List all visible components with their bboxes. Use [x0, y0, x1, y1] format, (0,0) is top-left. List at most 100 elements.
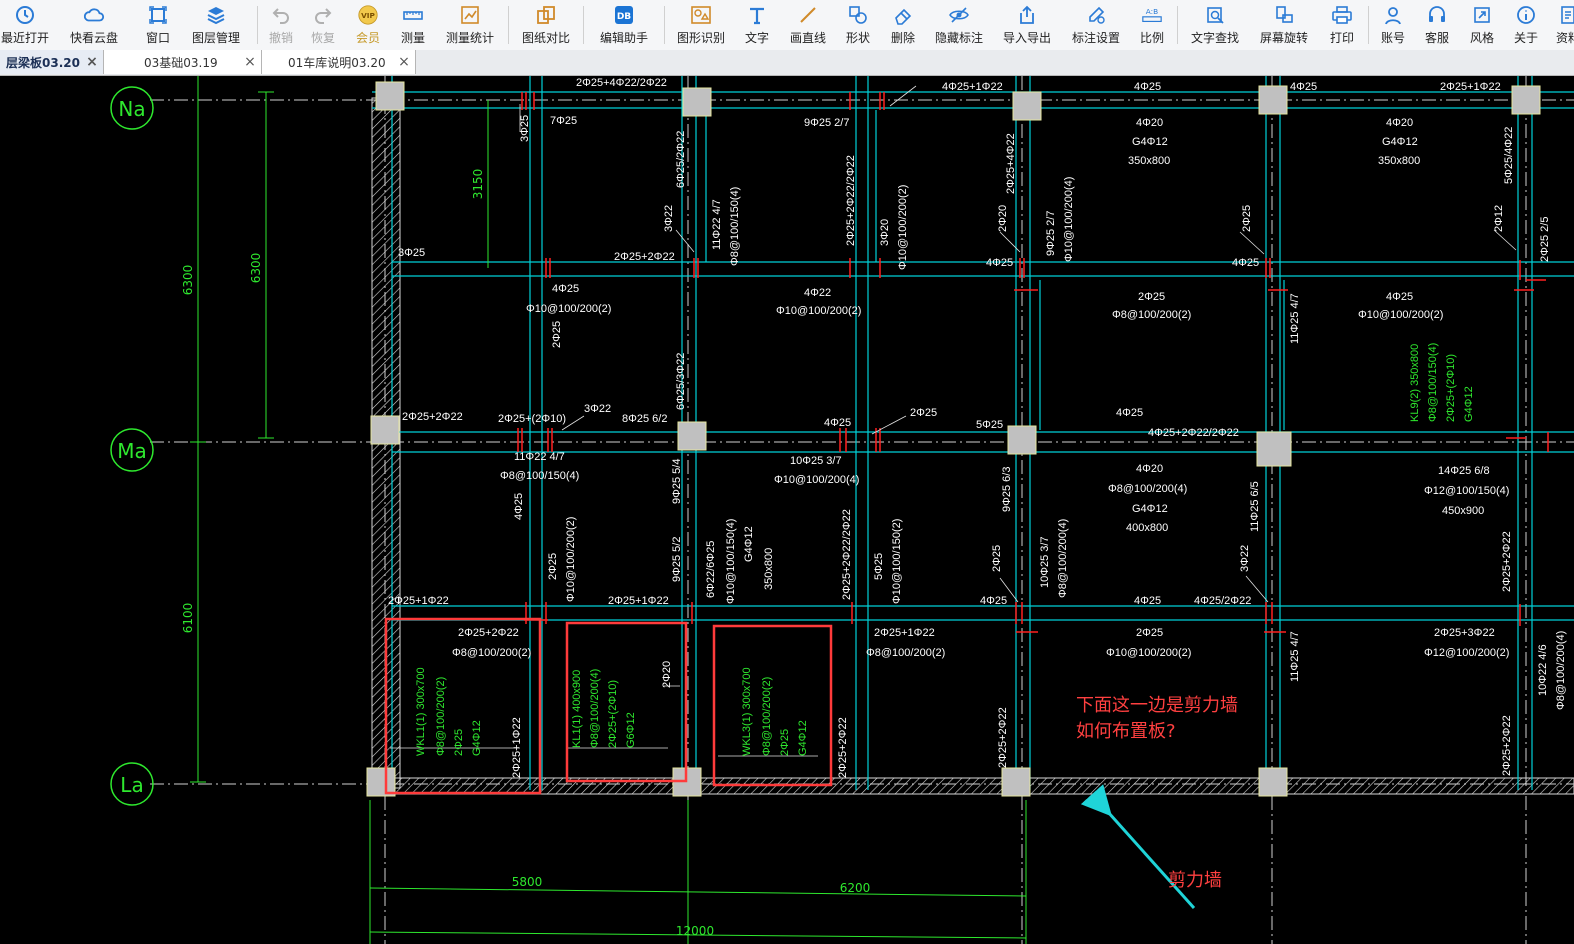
- question-note-line: 下面这一边是剪力墙: [1076, 695, 1238, 716]
- cloud-disk-button[interactable]: 快看云盘: [50, 0, 138, 50]
- annotation-settings-button[interactable]: 标注设置: [1062, 0, 1130, 50]
- beam-annotation: 4Φ25: [1134, 81, 1161, 93]
- document-tab-bar: 层梁板03.20 × 03基础03.19 × 01车库说明03.20 ×: [0, 50, 1574, 76]
- shape-recognize-label: 图形识别: [676, 31, 725, 45]
- beam-annotation: Φ10@100/200(2): [565, 517, 577, 602]
- drawing-canvas[interactable]: Na Ma La 6300 6100 6300 3150 5800 6200 1…: [0, 76, 1574, 944]
- beam-annotation: Φ8@100/200(4): [1057, 519, 1069, 598]
- tab-level-beam-slab[interactable]: 层梁板03.20 ×: [0, 50, 104, 74]
- beam-annotation: 2Φ12: [1493, 205, 1505, 232]
- customer-service-button[interactable]: 客服: [1414, 0, 1460, 50]
- column: [677, 421, 707, 451]
- redo-button[interactable]: 恢复: [301, 0, 345, 50]
- scale-label: 比例: [1139, 31, 1164, 45]
- style-label: 风格: [1469, 31, 1494, 45]
- beam-annotation: 2Φ25+1Φ22: [874, 627, 935, 639]
- beam-annotation: 5Φ25/4Φ22: [1503, 127, 1515, 184]
- dimension-text: 12000: [676, 924, 714, 938]
- shear-wall-arrow: [1080, 784, 1196, 910]
- column: [370, 415, 400, 445]
- delete-label: 删除: [890, 31, 915, 45]
- beam-annotation: 9Φ25 2/7: [804, 117, 849, 129]
- edit-assistant-button[interactable]: DB 编辑助手: [587, 0, 661, 50]
- beam-label: G4Φ12: [797, 720, 809, 756]
- recent-open-button[interactable]: 最近打开: [0, 0, 50, 50]
- hide-annotation-button[interactable]: 隐藏标注: [926, 0, 992, 50]
- beam-annotation: Φ10@100/200(4): [1063, 177, 1075, 262]
- tab-garage-notes[interactable]: 01车库说明03.20 ×: [262, 50, 416, 74]
- text-search-label: 文字查找: [1190, 31, 1239, 45]
- window-button[interactable]: 窗口: [138, 0, 178, 50]
- cad-viewer-app: 最近打开 快看云盘 窗口 图层管理 撤销 恢复 VIP 会员 测量 测量统计 图…: [0, 0, 1574, 944]
- undo-button[interactable]: 撤销: [261, 0, 301, 50]
- compare-drawings-button[interactable]: 图纸对比: [512, 0, 580, 50]
- toolbar-divider: [1368, 6, 1369, 44]
- layer-manager-button[interactable]: 图层管理: [178, 0, 254, 50]
- close-icon[interactable]: ×: [85, 54, 99, 70]
- toolbar-divider: [508, 6, 509, 44]
- columns: [366, 81, 1541, 797]
- text-tool-button[interactable]: 文字: [734, 0, 780, 50]
- beam-annotation: 5Φ25: [873, 553, 885, 580]
- beam-annotation: 400x800: [1126, 522, 1168, 534]
- beam-label: WKL3(1) 300x700: [741, 667, 753, 756]
- ruler-icon: [402, 4, 424, 26]
- docs-button[interactable]: 资料: [1548, 0, 1574, 50]
- tab-foundation[interactable]: 03基础03.19 ×: [104, 50, 262, 74]
- axis-gridlines: [150, 76, 1574, 944]
- beam-annotation: 14Φ25 6/8: [1438, 465, 1490, 477]
- beam-annotation: G4Φ12: [1132, 503, 1168, 515]
- beam-annotation: 11Φ25 6/5: [1249, 481, 1261, 532]
- measure-stats-label: 测量统计: [445, 31, 494, 45]
- delete-button[interactable]: 删除: [880, 0, 926, 50]
- beam-annotation: 10Φ25 3/7: [1039, 536, 1051, 588]
- cloud-icon: [83, 4, 105, 26]
- beam-annotation: Φ8@100/200(4): [1108, 483, 1187, 495]
- beam-annotation: Φ8@100/200(2): [1112, 309, 1191, 321]
- import-export-button[interactable]: 导入导出: [992, 0, 1062, 50]
- beam-annotation: 350x800: [1128, 155, 1170, 167]
- scale-button[interactable]: A:B 比例: [1130, 0, 1174, 50]
- beam-annotation: Φ10@100/200(4): [774, 474, 859, 486]
- measure-button[interactable]: 测量: [391, 0, 435, 50]
- undo-label: 撤销: [268, 31, 293, 45]
- beam-annotation: 3Φ20: [879, 219, 891, 246]
- shape-tool-button[interactable]: 形状: [836, 0, 880, 50]
- beam-annotation: Φ10@100/200(2): [776, 305, 861, 317]
- account-button[interactable]: 账号: [1372, 0, 1414, 50]
- axis-bubbles: Na Ma La: [110, 86, 154, 806]
- rotate-screen-button[interactable]: 屏幕旋转: [1249, 0, 1319, 50]
- text-search-button[interactable]: 文字查找: [1181, 0, 1249, 50]
- beam-annotation: 7Φ25: [550, 115, 577, 127]
- toolbar-divider: [257, 6, 258, 44]
- print-button[interactable]: 打印: [1319, 0, 1365, 50]
- beam-annotation: 3Φ25: [398, 247, 425, 259]
- shape-recognize-button[interactable]: 图形识别: [668, 0, 734, 50]
- close-icon[interactable]: ×: [397, 54, 411, 70]
- beam-annotation: 4Φ25: [552, 283, 579, 295]
- beam-annotation: 2Φ25+2Φ22/2Φ22: [841, 509, 853, 600]
- close-icon[interactable]: ×: [243, 54, 257, 70]
- about-button[interactable]: 关于: [1504, 0, 1548, 50]
- beam-annotation: G4Φ12: [743, 526, 755, 562]
- style-icon: [1471, 4, 1493, 26]
- beam-annotation: 4Φ25: [986, 257, 1013, 269]
- measure-stats-button[interactable]: 测量统计: [435, 0, 505, 50]
- beam-annotation: 4Φ25: [824, 417, 851, 429]
- axis-label: La: [120, 773, 143, 797]
- beam-annotation: 6Φ22/6Φ25: [705, 541, 717, 598]
- account-icon: [1382, 4, 1404, 26]
- beam-annotation: 4Φ25/2Φ22: [1194, 595, 1251, 607]
- beam-label: 2Φ25: [453, 729, 465, 756]
- vip-button[interactable]: VIP 会员: [345, 0, 391, 50]
- beam-annotation: 2Φ25: [1138, 291, 1165, 303]
- window-label: 窗口: [145, 31, 170, 45]
- draw-line-button[interactable]: 画直线: [780, 0, 836, 50]
- shear-wall-note: 剪力墙: [1168, 870, 1222, 891]
- beam-annotation: Φ10@100/150(4): [725, 519, 737, 604]
- structural-plan-drawing[interactable]: Na Ma La 6300 6100 6300 3150 5800 6200 1…: [0, 76, 1574, 944]
- beam-annotation: Φ8@100/200(2): [866, 647, 945, 659]
- beam-label: G6Φ12: [625, 712, 637, 748]
- beam-annotation: 2Φ25+3Φ22: [1434, 627, 1495, 639]
- style-button[interactable]: 风格: [1460, 0, 1504, 50]
